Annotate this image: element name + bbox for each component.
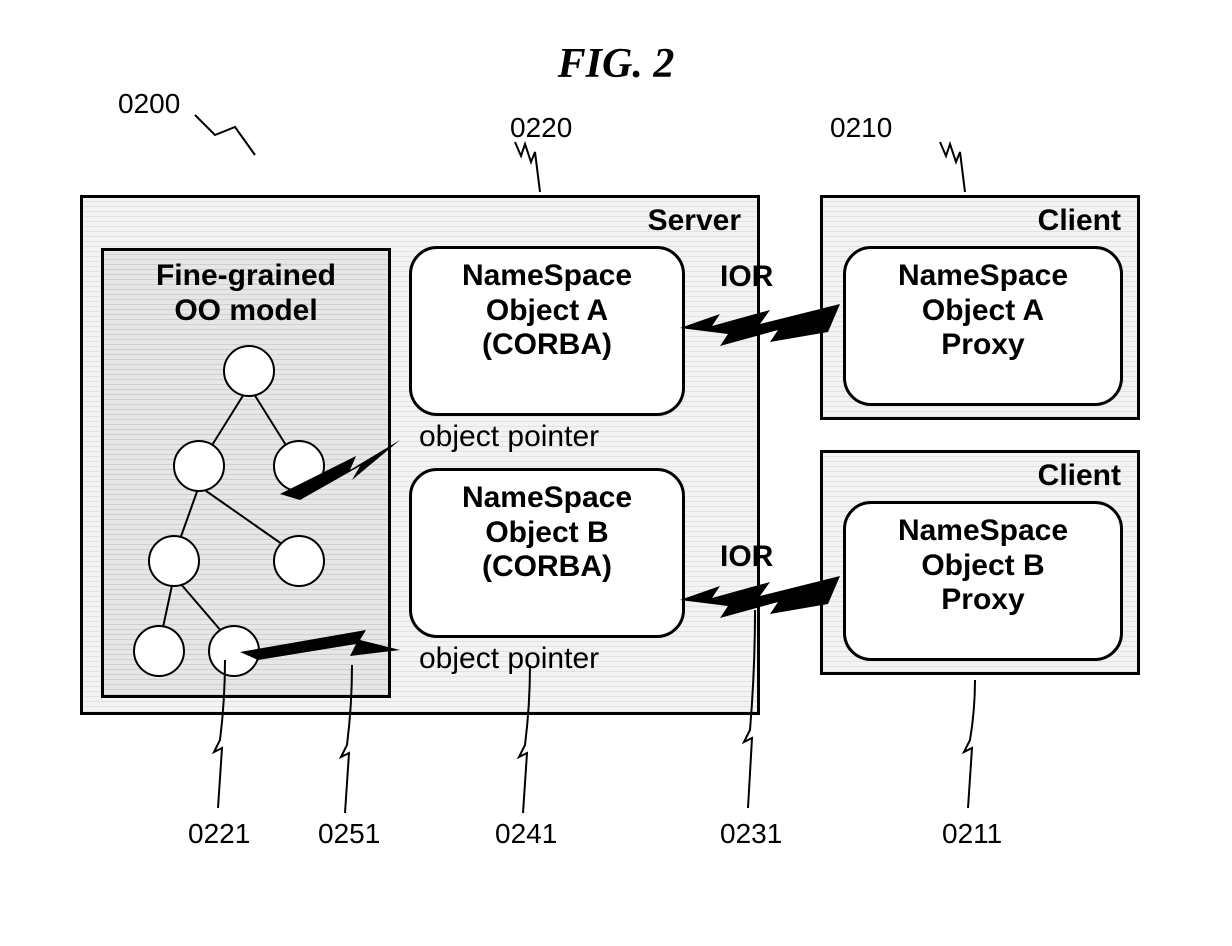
leader-0231: [744, 610, 755, 808]
ior-arrow-b: [680, 576, 840, 618]
ref-0200: 0200: [118, 88, 180, 120]
ref-0231: 0231: [720, 818, 782, 850]
leader-0211: [964, 680, 975, 808]
leader-0200: [195, 115, 255, 155]
leader-0220: [515, 142, 540, 192]
diagram-stage: FIG. 2 Server Fine-grained OO model: [0, 0, 1232, 946]
connectors-layer: [0, 0, 1232, 946]
leader-0210: [940, 142, 965, 192]
ref-0210: 0210: [830, 112, 892, 144]
ref-0220: 0220: [510, 112, 572, 144]
ref-0251: 0251: [318, 818, 380, 850]
object-pointer-a: [280, 440, 400, 500]
ior-arrow-a: [680, 304, 840, 346]
ref-0211: 0211: [942, 818, 1002, 850]
ref-0221: 0221: [188, 818, 250, 850]
ref-0241: 0241: [495, 818, 557, 850]
leader-0241: [519, 665, 530, 813]
leader-0251: [341, 665, 352, 813]
object-pointer-b: [240, 630, 400, 660]
leader-0221: [214, 660, 225, 808]
